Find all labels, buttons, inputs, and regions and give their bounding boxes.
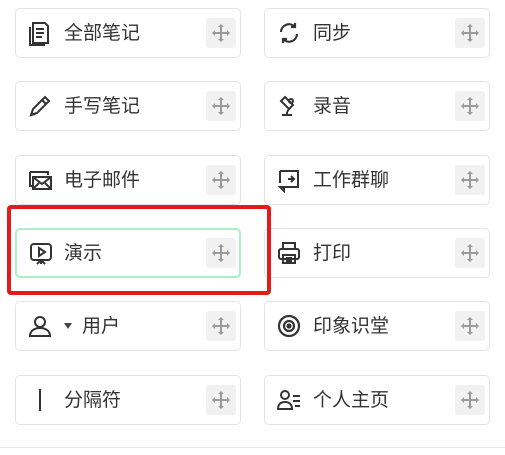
toolbar-item-label: 用户 [82,315,121,337]
move-icon[interactable] [206,18,236,48]
bottom-divider [0,447,505,448]
email-icon [26,166,54,194]
toolbar-item-label: 电子邮件 [64,169,141,191]
move-icon[interactable] [206,385,236,415]
microphone-icon [275,92,303,120]
printer-icon [275,239,303,267]
toolbar-item-label: 同步 [313,22,352,44]
toolbar-item-label: 印象识堂 [313,315,390,337]
toolbar-item-sync[interactable]: 同步 [264,8,490,58]
separator-icon [26,386,54,414]
toolbar-item-audio[interactable]: 录音 [264,81,490,131]
toolbar-item-user[interactable]: 用户 [15,301,241,351]
toolbar-item-yinxiang[interactable]: 印象识堂 [264,301,490,351]
move-icon[interactable] [206,238,236,268]
user-icon [26,312,54,340]
toolbar-item-label: 全部笔记 [64,22,141,44]
move-icon[interactable] [455,311,485,341]
toolbar-item-workchat[interactable]: 工作群聊 [264,155,490,205]
move-icon[interactable] [206,311,236,341]
toolbar-item-label: 工作群聊 [313,169,390,191]
toolbar-item-label: 分隔符 [64,389,122,411]
toolbar-item-label: 录音 [313,95,352,117]
move-icon[interactable] [455,18,485,48]
toolbar-item-print[interactable]: 打印 [264,228,490,278]
toolbar-item-all-notes[interactable]: 全部笔记 [15,8,241,58]
toolbar-item-email[interactable]: 电子邮件 [15,155,241,205]
toolbar-item-handwrite[interactable]: 手写笔记 [15,81,241,131]
presentation-icon [27,240,55,268]
toolbar-item-label: 个人主页 [313,389,390,411]
toolbar-item-label: 手写笔记 [64,95,141,117]
toolbar-item-homepage[interactable]: 个人主页 [264,375,490,425]
move-icon[interactable] [455,238,485,268]
target-icon [275,312,303,340]
move-icon[interactable] [455,165,485,195]
toolbar-item-separator[interactable]: 分隔符 [15,375,241,425]
toolbar-item-label: 演示 [64,242,103,264]
move-icon[interactable] [455,91,485,121]
dropdown-caret-icon[interactable] [64,323,72,329]
chat-icon [275,166,303,194]
toolbar-item-label: 打印 [313,242,352,264]
move-icon[interactable] [206,91,236,121]
notes-icon [26,19,54,47]
move-icon[interactable] [455,385,485,415]
move-icon[interactable] [206,165,236,195]
toolbar-item-present[interactable]: 演示 [15,228,241,278]
profile-icon [275,386,303,414]
pen-icon [26,92,54,120]
sync-icon [275,19,303,47]
